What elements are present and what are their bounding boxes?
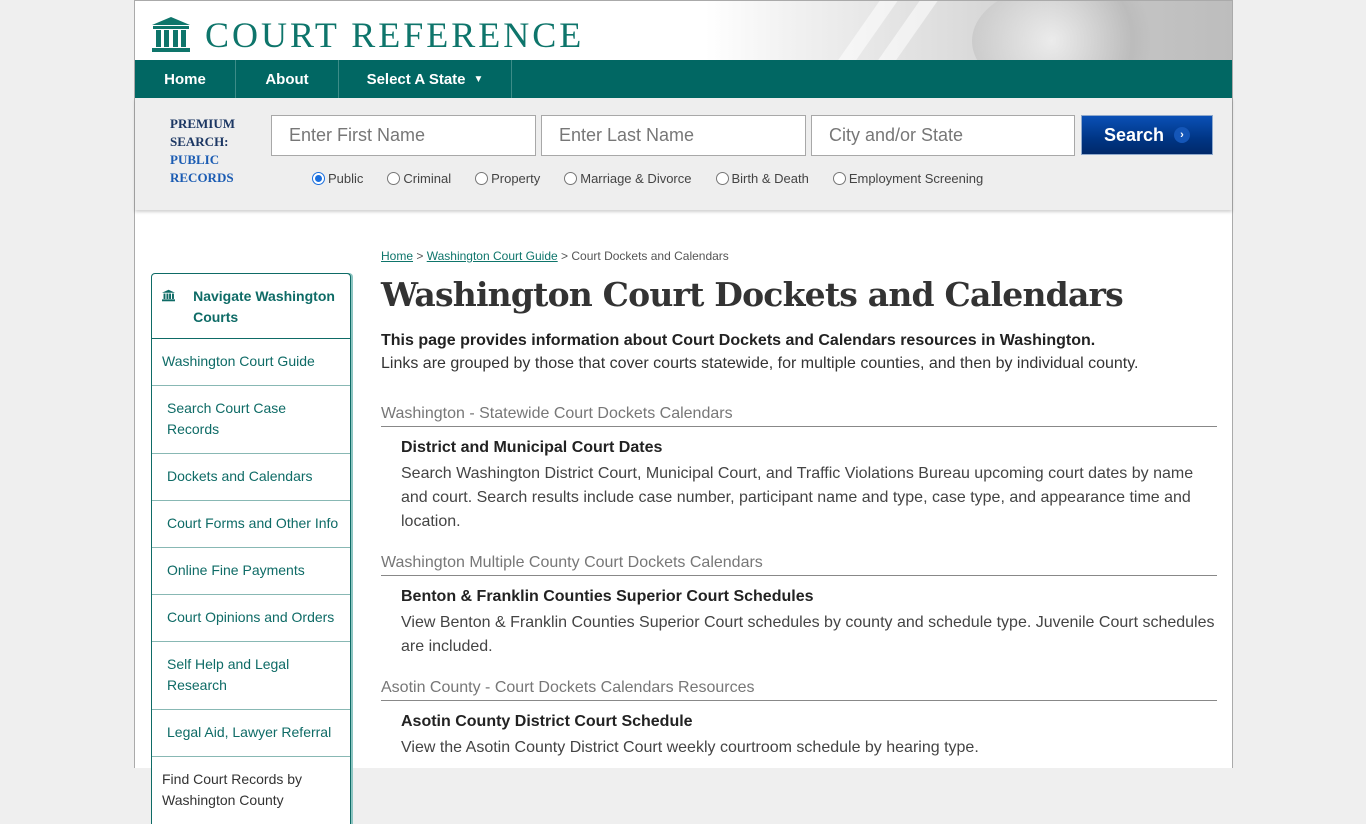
sidebar-item-opinions-orders[interactable]: Court Opinions and Orders xyxy=(152,595,350,642)
radio-label: Employment Screening xyxy=(848,171,984,186)
premium-label-line: RECORDS xyxy=(170,170,234,185)
sidebar-item-court-forms[interactable]: Court Forms and Other Info xyxy=(152,501,350,548)
sidebar-item-court-guide[interactable]: Washington Court Guide xyxy=(152,339,350,386)
radio-button[interactable] xyxy=(387,172,401,185)
resource-description: Search Washington District Court, Munici… xyxy=(401,465,1194,530)
radio-button[interactable] xyxy=(475,172,489,185)
radio-button[interactable] xyxy=(564,172,578,185)
main-content: Home > Washington Court Guide > Court Do… xyxy=(381,249,1217,760)
section-heading: Washington Multiple County Court Dockets… xyxy=(381,554,1217,576)
breadcrumb-separator: > xyxy=(416,249,424,263)
sidebar-item-fine-payments[interactable]: Online Fine Payments xyxy=(152,548,350,595)
resource-title-link[interactable]: Asotin County District Court Schedule xyxy=(401,711,1217,733)
page-container: COURT REFERENCE Home About Select A Stat… xyxy=(134,0,1233,824)
premium-label-line: PREMIUM xyxy=(170,116,235,131)
search-button[interactable]: Search › xyxy=(1081,115,1213,155)
sidebar-item-dockets-calendars[interactable]: Dockets and Calendars xyxy=(152,454,350,501)
resource-title-link[interactable]: Benton & Franklin Counties Superior Cour… xyxy=(401,586,1217,608)
radio-label: Property xyxy=(491,171,541,186)
sidebar-header: Navigate Washington Courts xyxy=(152,274,350,339)
resource-item: Benton & Franklin Counties Superior Cour… xyxy=(381,586,1217,659)
city-state-input[interactable] xyxy=(811,115,1075,156)
search-button-label: Search xyxy=(1103,124,1165,145)
breadcrumb-current: Court Dockets and Calendars xyxy=(571,249,729,263)
radio-criminal[interactable]: Criminal xyxy=(387,171,451,186)
nav-select-state-label: Select A State xyxy=(366,70,466,88)
sidebar-item-records-by-county[interactable]: Find Court Records by Washington County xyxy=(152,757,350,824)
premium-search-bar: PREMIUM SEARCH: PUBLIC RECORDS Search › … xyxy=(135,98,1232,210)
premium-label-line: PUBLIC xyxy=(170,152,220,167)
radio-employment-screening[interactable]: Employment Screening xyxy=(832,171,984,186)
radio-label: Criminal xyxy=(403,171,452,186)
sidebar-nav: Navigate Washington Courts Washington Co… xyxy=(151,273,351,824)
radio-birth-death[interactable]: Birth & Death xyxy=(715,171,809,186)
breadcrumb-separator: > xyxy=(561,249,569,263)
first-name-input[interactable] xyxy=(271,115,536,156)
resource-description: View Benton & Franklin Counties Superior… xyxy=(401,614,1215,655)
resource-item: District and Municipal Court Dates Searc… xyxy=(381,437,1217,534)
main-nav: Home About Select A State ▼ xyxy=(135,60,1232,98)
radio-public[interactable]: Public xyxy=(312,171,363,186)
record-type-options: Public Criminal Property Marriage & Divo… xyxy=(312,171,983,186)
resource-title-link[interactable]: District and Municipal Court Dates xyxy=(401,437,1217,459)
nav-select-state[interactable]: Select A State ▼ xyxy=(339,60,512,98)
column-capital-image xyxy=(972,1,1172,60)
nav-home[interactable]: Home xyxy=(135,60,236,98)
section-heading: Asotin County - Court Dockets Calendars … xyxy=(381,679,1217,701)
nav-about[interactable]: About xyxy=(236,60,339,98)
nav-home-label: Home xyxy=(164,70,206,88)
nav-about-label: About xyxy=(265,70,309,88)
sidebar-item-legal-aid[interactable]: Legal Aid, Lawyer Referral xyxy=(152,710,350,757)
chevron-right-icon: › xyxy=(1174,127,1191,143)
section-heading: Washington - Statewide Court Dockets Cal… xyxy=(381,405,1217,427)
intro-text: Links are grouped by those that cover co… xyxy=(381,355,1139,372)
premium-search-label: PREMIUM SEARCH: PUBLIC RECORDS xyxy=(170,115,235,187)
resource-description: View the Asotin County District Court we… xyxy=(401,739,979,756)
logo-text: COURT REFERENCE xyxy=(205,15,585,55)
resource-item: Asotin County District Court Schedule Vi… xyxy=(381,711,1217,760)
breadcrumb: Home > Washington Court Guide > Court Do… xyxy=(381,249,1217,263)
radio-marriage-divorce[interactable]: Marriage & Divorce xyxy=(564,171,692,186)
page-intro: This page provides information about Cou… xyxy=(381,329,1217,375)
caret-down-icon: ▼ xyxy=(473,73,484,85)
courthouse-icon xyxy=(162,289,176,302)
breadcrumb-home[interactable]: Home xyxy=(381,249,413,263)
radio-label: Marriage & Divorce xyxy=(580,171,692,186)
sidebar-item-self-help[interactable]: Self Help and Legal Research xyxy=(152,642,350,710)
radio-label: Birth & Death xyxy=(731,171,809,186)
radio-button[interactable] xyxy=(832,172,846,185)
courthouse-icon xyxy=(152,17,190,52)
sidebar-title: Navigate Washington Courts xyxy=(193,288,335,325)
site-logo[interactable]: COURT REFERENCE xyxy=(151,17,584,53)
radio-button[interactable] xyxy=(715,172,729,185)
intro-bold: This page provides information about Cou… xyxy=(381,332,1096,349)
sidebar-item-search-case-records[interactable]: Search Court Case Records xyxy=(152,386,350,454)
page-title: Washington Court Dockets and Calendars xyxy=(381,275,1124,314)
radio-button-selected[interactable] xyxy=(312,172,325,185)
radio-property[interactable]: Property xyxy=(475,171,540,186)
premium-label-line: SEARCH: xyxy=(170,134,229,149)
last-name-input[interactable] xyxy=(541,115,806,156)
breadcrumb-guide[interactable]: Washington Court Guide xyxy=(427,249,558,263)
radio-label: Public xyxy=(328,171,364,186)
masthead: COURT REFERENCE xyxy=(135,1,1232,60)
